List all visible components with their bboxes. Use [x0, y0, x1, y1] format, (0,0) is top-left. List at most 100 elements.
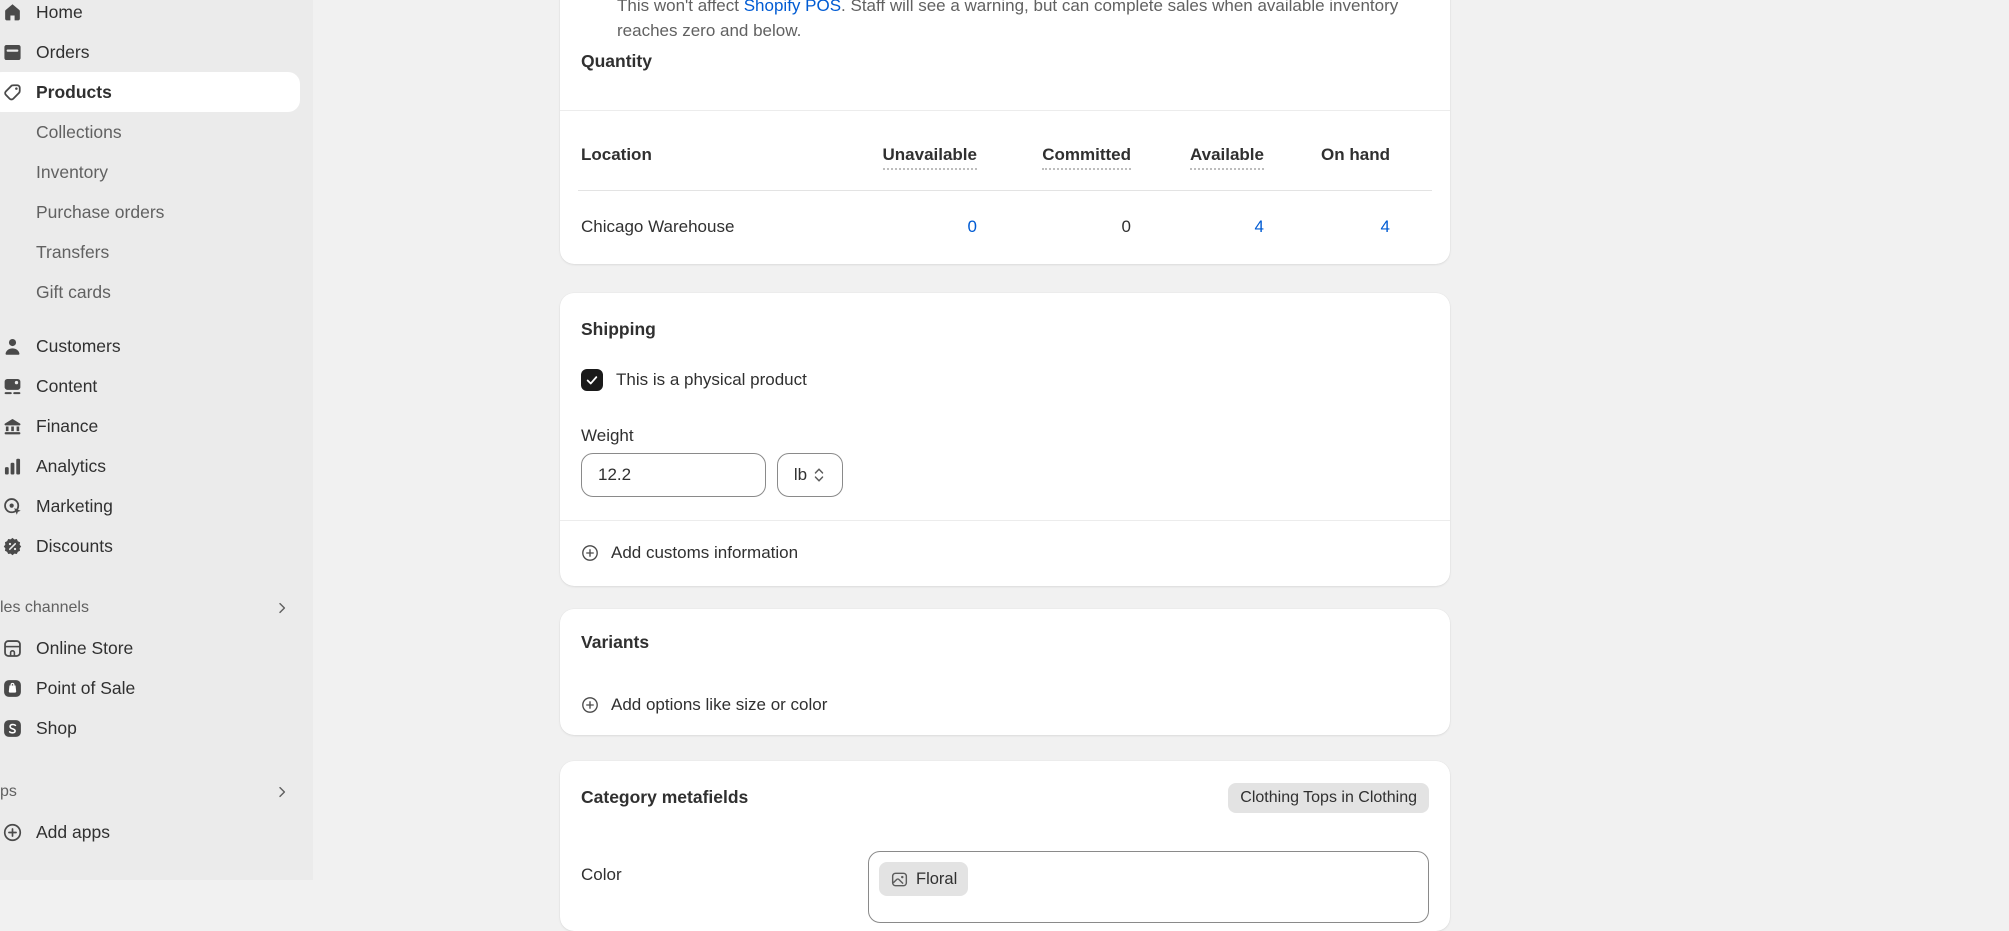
physical-product-row: This is a physical product	[581, 369, 807, 391]
chevron-right-icon[interactable]	[274, 784, 290, 800]
weight-label: Weight	[581, 426, 634, 445]
variants-card: Variants Add options like size or color	[560, 609, 1450, 735]
section-label: ps	[0, 783, 17, 800]
section-divider	[560, 110, 1450, 111]
home-icon	[2, 2, 23, 23]
sidebar-item-label: Gift cards	[36, 281, 111, 302]
sidebar-item-label: Add apps	[36, 821, 110, 842]
discounts-icon	[2, 536, 23, 557]
add-customs-information-button[interactable]: Add customs information	[581, 543, 798, 563]
available-value-link[interactable]: 4	[1255, 216, 1264, 238]
sidebar-item-label: Orders	[36, 41, 90, 62]
table-row-divider	[578, 190, 1432, 191]
inventory-card: This won't affect Shopify POS. Staff wil…	[560, 0, 1450, 264]
weight-input[interactable]: 12.2	[581, 453, 766, 497]
sidebar-item-gift-cards[interactable]: Gift cards	[0, 272, 300, 312]
sidebar-item-label: Home	[36, 1, 83, 22]
unavailable-value-link[interactable]: 0	[968, 216, 977, 238]
plus-circle-icon	[582, 545, 598, 561]
section-divider	[560, 520, 1450, 521]
variants-heading: Variants	[581, 632, 650, 652]
sidebar-item-content[interactable]: Content	[0, 366, 300, 406]
sidebar-item-label: Inventory	[36, 161, 108, 182]
sidebar-item-orders[interactable]: Orders	[0, 32, 300, 72]
sidebar-item-label: Discounts	[36, 535, 113, 556]
sidebar-item-products[interactable]: Products	[0, 72, 300, 112]
sidebar-item-label: Analytics	[36, 455, 107, 476]
sidebar-item-customers[interactable]: Customers	[0, 326, 300, 366]
sidebar-item-add-apps[interactable]: Add apps	[0, 812, 300, 852]
column-header-available: Available	[1189, 144, 1264, 170]
check-icon	[586, 376, 598, 385]
location-cell: Chicago Warehouse	[581, 217, 735, 236]
category-metafields-heading: Category metafields	[581, 787, 749, 807]
sidebar-item-label: Products	[36, 81, 112, 102]
sidebar-item-online-store[interactable]: Online Store	[0, 628, 300, 668]
sidebar-item-purchase-orders[interactable]: Purchase orders	[0, 192, 300, 232]
sidebar-item-collections[interactable]: Collections	[0, 112, 300, 152]
shipping-heading: Shipping	[581, 319, 656, 339]
sidebar-item-inventory[interactable]: Inventory	[0, 152, 300, 192]
color-field-label: Color	[581, 865, 622, 884]
tag-label: Floral	[916, 869, 958, 888]
content-icon	[2, 376, 23, 397]
stepper-icon	[814, 468, 824, 482]
color-value-tag[interactable]: Floral	[879, 862, 969, 896]
category-badge: Clothing Tops in Clothing	[1228, 783, 1429, 813]
on-hand-value-link[interactable]: 4	[1381, 216, 1390, 238]
sidebar-item-discounts[interactable]: Discounts	[0, 526, 300, 566]
online-store-icon	[2, 638, 23, 659]
sidebar-item-label: Purchase orders	[36, 201, 165, 222]
customers-icon	[2, 336, 23, 357]
color-field-input[interactable]: Floral	[868, 851, 1429, 923]
sidebar-item-marketing[interactable]: Marketing	[0, 486, 300, 526]
add-variant-options-button[interactable]: Add options like size or color	[581, 695, 827, 715]
description-text: This won't affect	[617, 0, 744, 15]
column-header-committed: Committed	[1042, 144, 1131, 170]
sidebar-item-label: Finance	[36, 415, 99, 436]
category-metafields-card: Category metafields Clothing Tops in Clo…	[560, 761, 1450, 931]
physical-product-checkbox[interactable]	[581, 369, 603, 391]
image-icon	[891, 872, 908, 886]
sidebar: Home Orders Products Collections Invento…	[0, 0, 313, 880]
add-customs-label: Add customs information	[611, 543, 799, 562]
sidebar-item-home[interactable]: Home	[0, 0, 300, 32]
add-apps-icon	[2, 822, 23, 843]
sidebar-item-point-of-sale[interactable]: Point of Sale	[0, 668, 300, 708]
sidebar-item-shop[interactable]: Shop	[0, 708, 300, 748]
shop-icon	[2, 718, 23, 739]
column-header-on-hand: On hand	[1321, 145, 1390, 164]
sidebar-item-label: Point of Sale	[36, 677, 136, 698]
sidebar-item-label: Content	[36, 375, 98, 396]
weight-unit-select[interactable]: lb	[777, 453, 843, 497]
shipping-card: Shipping This is a physical product Weig…	[560, 293, 1450, 586]
sidebar-item-label: Marketing	[36, 495, 113, 516]
column-header-location: Location	[581, 145, 652, 164]
physical-product-label: This is a physical product	[616, 370, 807, 389]
analytics-icon	[2, 456, 23, 477]
sidebar-item-transfers[interactable]: Transfers	[0, 232, 300, 272]
orders-icon	[2, 42, 23, 63]
sidebar-section-sales-channels[interactable]: les channels	[0, 588, 300, 628]
sidebar-item-analytics[interactable]: Analytics	[0, 446, 300, 486]
committed-value: 0	[1121, 217, 1131, 236]
inventory-policy-description: This won't affect Shopify POS. Staff wil…	[617, 0, 1422, 43]
section-label: les channels	[0, 599, 89, 616]
sidebar-item-label: Transfers	[36, 241, 110, 262]
products-tag-icon	[2, 82, 23, 103]
sidebar-item-finance[interactable]: Finance	[0, 406, 300, 446]
sidebar-item-label: Online Store	[36, 637, 134, 658]
finance-icon	[2, 416, 23, 437]
sidebar-section-apps[interactable]: ps	[0, 772, 300, 812]
column-header-unavailable: Unavailable	[882, 144, 977, 170]
marketing-icon	[2, 496, 23, 517]
add-options-label: Add options like size or color	[611, 695, 828, 714]
chevron-right-icon[interactable]	[274, 600, 290, 616]
shopify-pos-link[interactable]: Shopify POS	[744, 0, 841, 15]
sidebar-item-label: Customers	[36, 335, 121, 356]
point-of-sale-icon	[2, 678, 23, 699]
main-content: This won't affect Shopify POS. Staff wil…	[313, 0, 2009, 931]
